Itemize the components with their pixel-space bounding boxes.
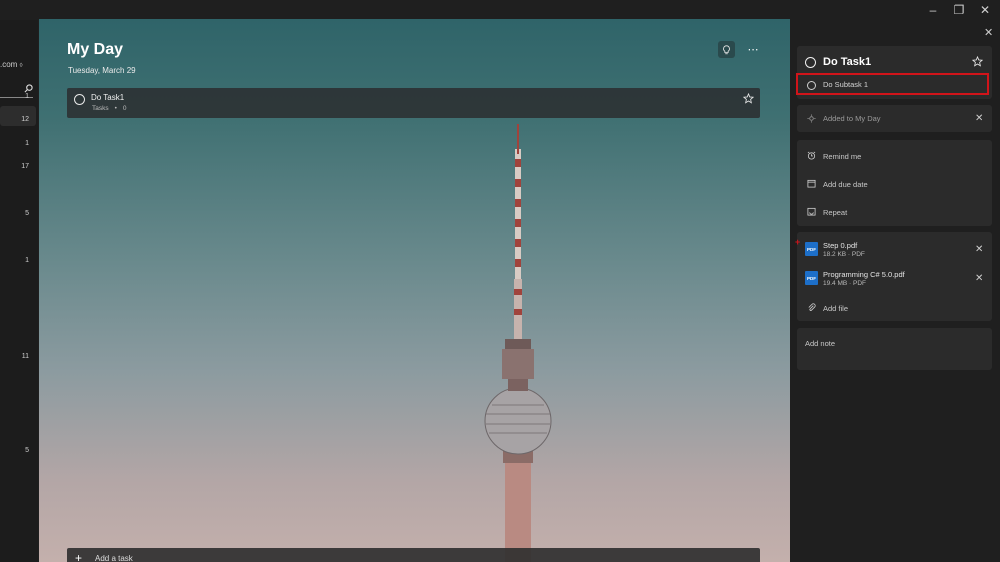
account-caret-icon: ◊: [19, 63, 23, 69]
sidebar-item-count: 5: [25, 210, 29, 217]
star-icon: [971, 55, 984, 67]
search-icon: [24, 83, 33, 92]
remove-file-icon[interactable]: ✕: [975, 244, 983, 255]
calendar-icon: [807, 179, 816, 188]
repeat-button[interactable]: Repeat: [823, 208, 847, 217]
sidebar-item-my-day[interactable]: [0, 106, 36, 126]
main-panel: My Day Tuesday, March 29 ⋯ Do Task1 Task…: [39, 19, 790, 562]
sidebar-item-count: 1: [25, 140, 29, 147]
task-meta: Tasks • 0: [92, 105, 127, 112]
alarm-icon: [807, 151, 816, 160]
meta-separator: •: [114, 105, 117, 112]
task-title: Do Task1: [91, 93, 125, 102]
complete-subtask-checkbox[interactable]: [807, 81, 816, 90]
close-detail-icon[interactable]: ✕: [984, 26, 993, 39]
more-options-button[interactable]: ⋯: [745, 41, 762, 58]
subtask-label[interactable]: Do Subtask 1: [823, 80, 868, 89]
importance-button[interactable]: [742, 92, 755, 107]
file-meta: 18.2 KB · PDF: [823, 251, 865, 258]
add-note-input[interactable]: Add note: [805, 339, 835, 348]
add-task-bar[interactable]: + Add a task: [67, 548, 760, 562]
window-close-button[interactable]: ✕: [970, 0, 1000, 20]
remind-me-button[interactable]: Remind me: [823, 152, 861, 161]
sidebar-item-count: 12: [21, 116, 29, 123]
pdf-file-icon: PDF: [805, 242, 818, 256]
ellipsis-icon: ⋯: [747, 44, 760, 56]
importance-button[interactable]: [971, 55, 984, 70]
task-item[interactable]: Do Task1 Tasks • 0: [67, 88, 760, 118]
add-task-input[interactable]: Add a task: [95, 554, 133, 562]
note-card[interactable]: [797, 328, 992, 370]
sidebar-item-count: 5: [25, 447, 29, 454]
sidebar-item-count: 1: [25, 257, 29, 264]
account-name: .com: [0, 60, 18, 69]
file-meta: 19.4 MB · PDF: [823, 280, 866, 287]
task-list-name: Tasks: [92, 105, 109, 112]
sun-icon: [807, 114, 816, 123]
complete-task-checkbox[interactable]: [805, 57, 816, 68]
sidebar-item-count: 1: [25, 93, 29, 100]
star-icon: [742, 92, 755, 104]
remove-file-icon[interactable]: ✕: [975, 273, 983, 284]
detail-task-title[interactable]: Do Task1: [823, 56, 871, 68]
plus-icon: +: [75, 551, 83, 562]
my-day-label: Added to My Day: [823, 114, 881, 123]
page-title: My Day: [67, 41, 124, 58]
complete-task-checkbox[interactable]: [74, 94, 85, 105]
paperclip-icon: [808, 303, 816, 311]
subtask-count: 0: [122, 105, 127, 112]
sidebar: .com ◊ 1 12 1 17 5 1 11 5: [0, 20, 38, 562]
repeat-icon: [807, 207, 816, 216]
add-file-button[interactable]: Add file: [823, 304, 848, 313]
pdf-file-icon: PDF: [805, 271, 818, 285]
suggestions-button[interactable]: [718, 41, 735, 58]
file-name[interactable]: Step 0.pdf: [823, 241, 857, 250]
add-due-date-button[interactable]: Add due date: [823, 180, 868, 189]
drop-indicator-icon: +: [795, 237, 801, 247]
page-date: Tuesday, March 29: [68, 66, 136, 75]
lightbulb-icon: [723, 44, 730, 54]
sidebar-item-count: 11: [21, 353, 29, 360]
file-name[interactable]: Programming C# 5.0.pdf: [823, 270, 905, 279]
account-label[interactable]: .com ◊: [0, 60, 23, 69]
sidebar-item-count: 17: [21, 163, 29, 170]
remove-from-my-day-icon[interactable]: ✕: [975, 113, 983, 124]
